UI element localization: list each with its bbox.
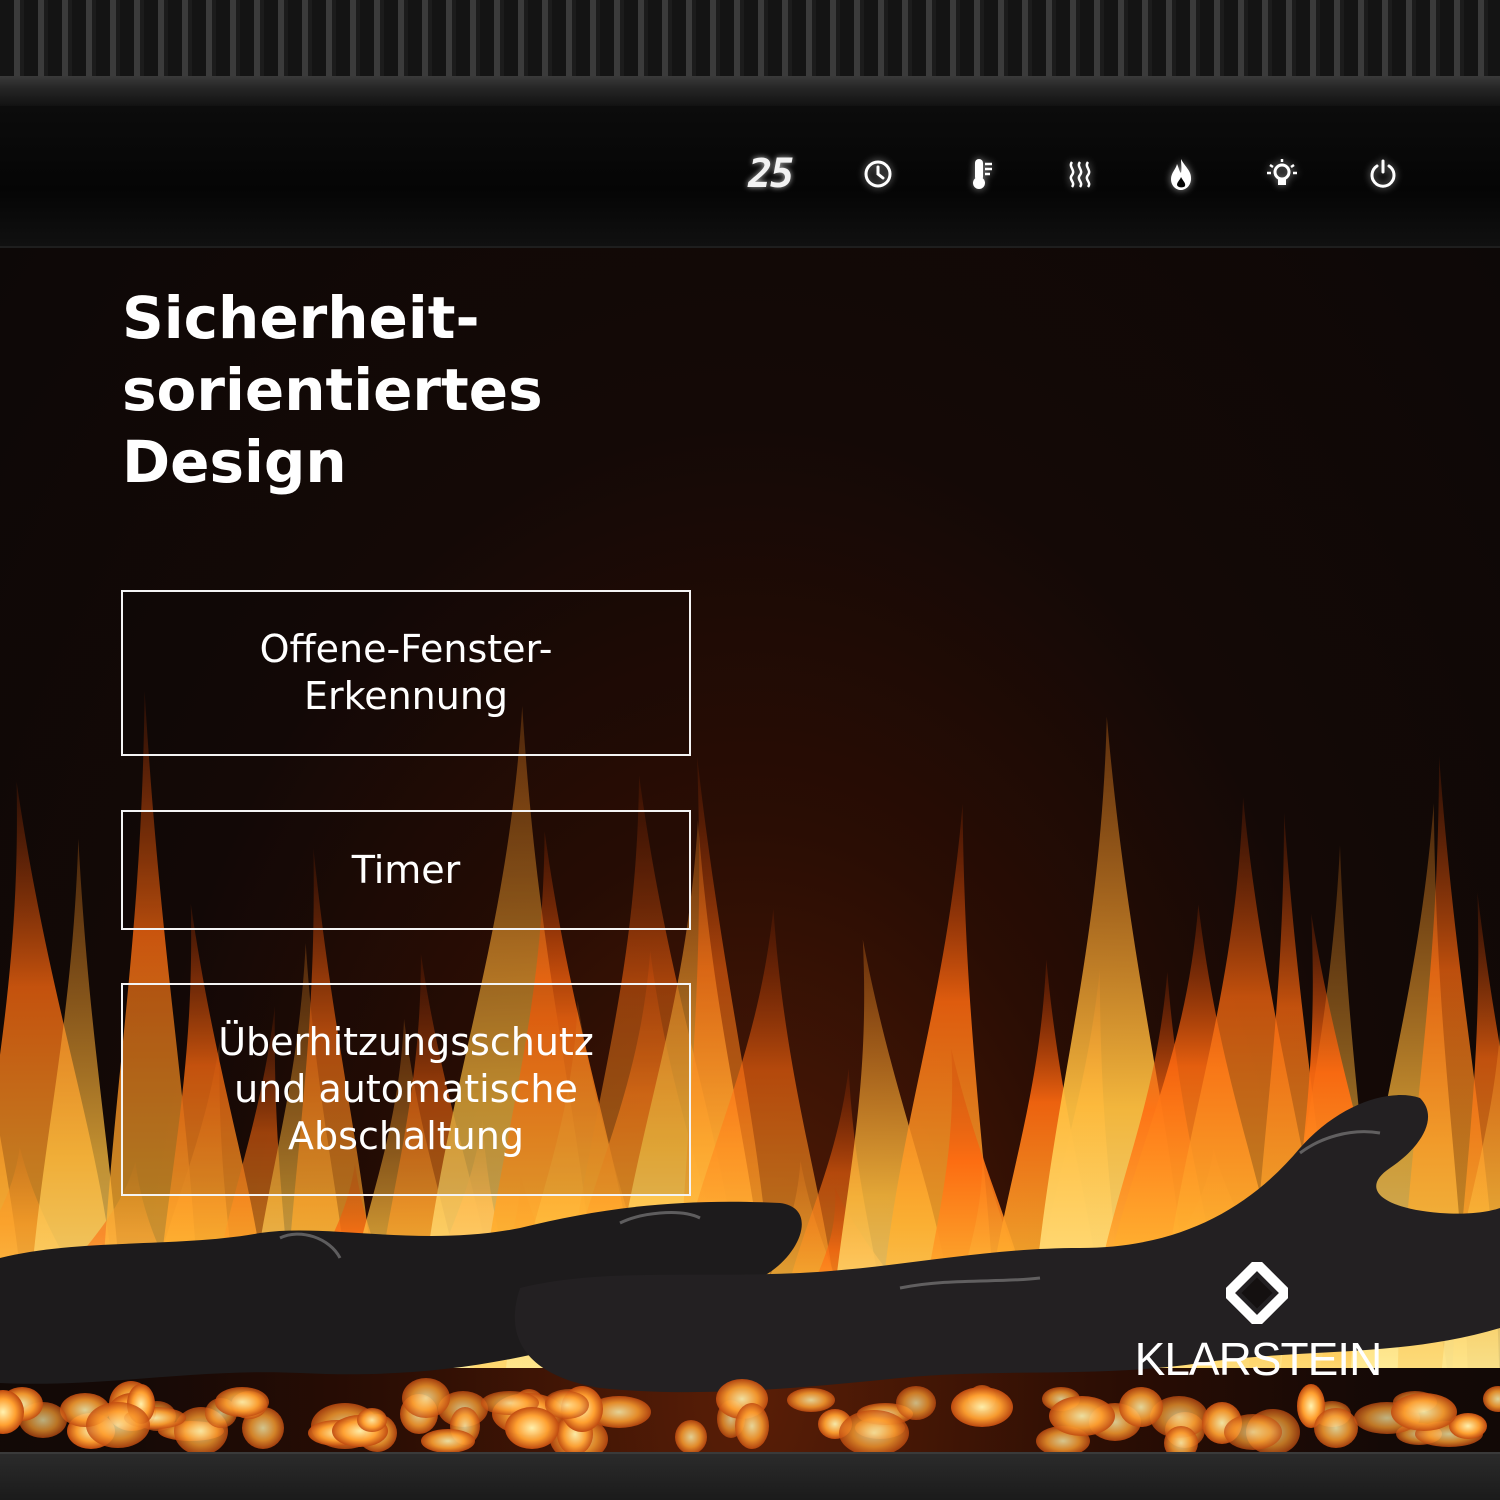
- title-line: Design: [122, 428, 347, 496]
- thermometer-icon[interactable]: [952, 150, 1008, 198]
- brand-name: KLARSTEIN: [1134, 1333, 1383, 1385]
- ember-crystal: [357, 1408, 387, 1432]
- heat-icon[interactable]: [1052, 150, 1108, 198]
- ember-crystal: [787, 1388, 835, 1412]
- feature-box-timer: Timer: [121, 810, 691, 930]
- product-image: 25 Sicherheit- sorientiertes Design Offe…: [0, 0, 1500, 1500]
- ember-crystal: [951, 1387, 1013, 1427]
- brand-logo: KLARSTEIN: [1128, 1262, 1388, 1392]
- ember-crystal: [1049, 1396, 1115, 1436]
- ember-crystal: [1483, 1386, 1500, 1412]
- ember-crystal: [215, 1387, 269, 1417]
- ember-crystal: [1314, 1408, 1358, 1448]
- feature-label: und automatische: [234, 1067, 578, 1111]
- timer-icon[interactable]: [850, 150, 906, 198]
- feature-box-overheat-protection: Überhitzungsschutz und automatische Absc…: [121, 983, 691, 1196]
- feature-label: Abschaltung: [288, 1114, 524, 1158]
- ember-crystal: [421, 1429, 475, 1453]
- feature-label: Erkennung: [303, 674, 509, 718]
- title-line: sorientiertes: [122, 356, 543, 424]
- brand-mark-icon: [1226, 1262, 1288, 1324]
- power-icon[interactable]: [1355, 150, 1411, 198]
- ember-crystal: [1391, 1393, 1457, 1431]
- ember-crystal: [1224, 1414, 1282, 1450]
- ember-crystal: [735, 1403, 769, 1449]
- ember-crystal: [86, 1402, 150, 1448]
- temperature-display: 25: [748, 151, 794, 197]
- feature-label: Timer: [351, 847, 461, 892]
- page-title: Sicherheit- sorientiertes Design: [122, 282, 642, 498]
- feature-label: Überhitzungsschutz: [218, 1020, 594, 1064]
- grille-rail: [0, 76, 1500, 106]
- ember-crystal: [505, 1407, 559, 1449]
- bottom-frame: [0, 1452, 1500, 1500]
- flame-icon[interactable]: [1153, 150, 1209, 198]
- title-line: Sicherheit-: [122, 284, 480, 352]
- ember-crystal: [675, 1420, 707, 1453]
- feature-box-window-detection: Offene-Fenster- Erkennung: [121, 590, 691, 756]
- vent-grille: [0, 0, 1500, 84]
- ember-crystal: [1119, 1387, 1163, 1427]
- feature-label: Offene-Fenster-: [259, 627, 553, 671]
- ember-crystal: [402, 1378, 450, 1418]
- ember-crystal: [896, 1386, 936, 1420]
- light-bulb-icon[interactable]: [1254, 150, 1310, 198]
